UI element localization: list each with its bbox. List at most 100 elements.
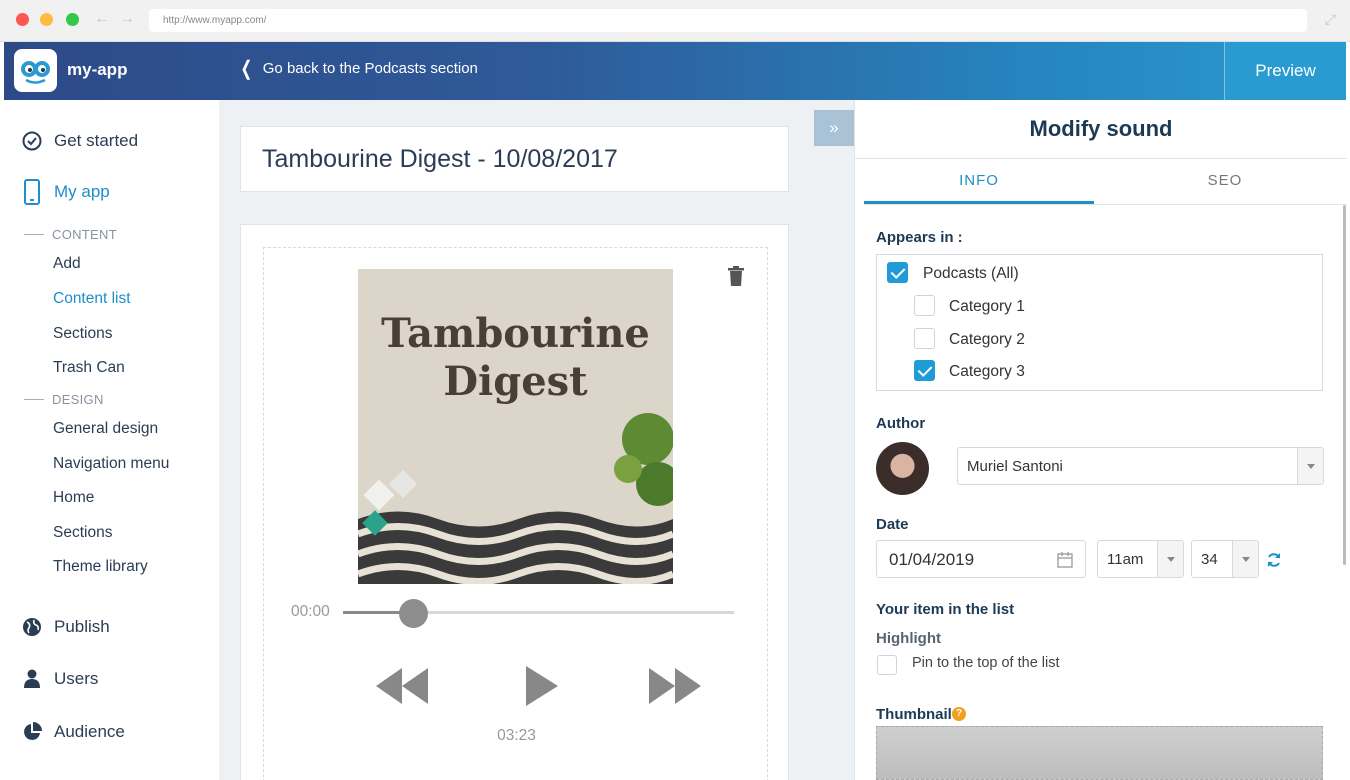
collapse-panel-button[interactable]: » — [814, 110, 854, 146]
minute-value: 34 — [1201, 551, 1218, 568]
url-bar[interactable]: http://www.myapp.com/ — [149, 9, 1307, 32]
progress-knob[interactable] — [398, 599, 428, 628]
sidebar-item-theme-library[interactable]: Theme library — [53, 558, 148, 576]
current-time: 00:00 — [291, 603, 330, 620]
chevron-down-icon — [1297, 448, 1323, 484]
checkbox-category-2[interactable] — [914, 328, 935, 349]
sidebar-item-users[interactable]: Users — [22, 669, 98, 689]
sidebar-item-navigation-menu[interactable]: Navigation menu — [53, 455, 169, 473]
pin-to-top-checkbox[interactable] — [877, 655, 897, 675]
calendar-icon[interactable] — [1057, 552, 1073, 573]
sidebar-item-home[interactable]: Home — [53, 489, 94, 507]
title-card[interactable]: Tambourine Digest - 10/08/2017 — [240, 126, 789, 192]
date-label: Date — [876, 516, 909, 533]
preview-button[interactable]: Preview — [1224, 42, 1346, 100]
author-value: Muriel Santoni — [967, 458, 1063, 475]
fast-forward-icon — [649, 668, 701, 704]
sidebar: Get started My app CONTENT Add Content l… — [4, 100, 219, 780]
category-label: Podcasts (All) — [923, 265, 1019, 282]
design-section-header: DESIGN — [24, 392, 104, 407]
content-section-header: CONTENT — [24, 227, 117, 242]
panel-scrollbar[interactable] — [1343, 205, 1346, 565]
app-name: my-app — [67, 60, 128, 79]
sidebar-item-design-sections[interactable]: Sections — [53, 524, 112, 542]
browser-chrome: ← → http://www.myapp.com/ ⤢ — [0, 0, 1350, 42]
pie-chart-icon — [22, 722, 42, 742]
highlight-label: Highlight — [876, 630, 941, 647]
minute-select[interactable]: 34 — [1191, 540, 1259, 578]
date-value: 01/04/2019 — [889, 550, 975, 569]
date-input[interactable]: 01/04/2019 — [876, 540, 1086, 578]
appears-in-label: Appears in : — [876, 229, 963, 246]
category-label: Category 2 — [949, 331, 1025, 348]
rewind-button[interactable] — [376, 668, 428, 709]
main-content: Tambourine Digest - 10/08/2017 Tambourin… — [219, 100, 854, 780]
tab-seo[interactable]: SEO — [1110, 172, 1340, 189]
checkbox-category-3[interactable] — [914, 360, 935, 381]
tab-info[interactable]: INFO — [864, 172, 1094, 189]
play-button[interactable] — [526, 666, 558, 711]
browser-back-icon[interactable]: ← — [94, 10, 110, 28]
refresh-icon[interactable] — [1266, 552, 1282, 573]
sidebar-item-label: Users — [54, 669, 99, 688]
category-label: Category 1 — [949, 298, 1025, 315]
sidebar-item-label: Audience — [54, 722, 125, 741]
list-item-label: Your item in the list — [876, 601, 1015, 618]
thumbnail-dropzone[interactable] — [876, 726, 1323, 780]
play-icon — [526, 666, 558, 706]
sidebar-item-label: Publish — [54, 617, 110, 636]
chevron-left-icon: ❮ — [240, 57, 253, 80]
category-label: Category 3 — [949, 363, 1025, 380]
fast-forward-button[interactable] — [649, 668, 701, 709]
app-header: my-app ❮ Go back to the Podcasts section… — [4, 42, 1346, 100]
user-icon — [22, 669, 42, 689]
maximize-window-button[interactable] — [66, 13, 79, 26]
checkbox-podcasts-all[interactable] — [887, 262, 908, 283]
sidebar-item-get-started[interactable]: Get started — [22, 131, 138, 151]
trash-icon[interactable] — [728, 266, 744, 291]
hour-select[interactable]: 11am — [1097, 540, 1184, 578]
back-link-label: Go back to the Podcasts section — [262, 60, 478, 77]
chevron-down-icon — [1157, 541, 1183, 577]
audio-player-card: Tambourine Digest 00:00 03:23 — [240, 224, 789, 780]
divider — [864, 204, 1347, 205]
podcast-title[interactable]: Tambourine Digest - 10/08/2017 — [262, 145, 618, 174]
category-list: Podcasts (All) Category 1 Category 2 Cat… — [876, 254, 1323, 391]
sidebar-item-label: My app — [54, 182, 110, 201]
sidebar-item-general-design[interactable]: General design — [53, 420, 158, 438]
author-select[interactable]: Muriel Santoni — [957, 447, 1324, 485]
back-to-podcasts-link[interactable]: ❮ Go back to the Podcasts section — [238, 57, 478, 80]
total-time: 03:23 — [497, 727, 536, 744]
audio-player: Tambourine Digest 00:00 03:23 — [263, 247, 768, 780]
sidebar-item-content-list[interactable]: Content list — [53, 290, 131, 308]
globe-icon — [22, 617, 42, 637]
checkbox-category-1[interactable] — [914, 295, 935, 316]
double-chevron-right-icon: » — [829, 118, 839, 137]
close-window-button[interactable] — [16, 13, 29, 26]
phone-icon — [22, 179, 42, 205]
app-logo[interactable] — [14, 49, 57, 92]
panel-title: Modify sound — [1029, 116, 1173, 141]
sidebar-item-audience[interactable]: Audience — [22, 722, 125, 742]
author-label: Author — [876, 415, 926, 432]
fullscreen-icon[interactable]: ⤢ — [1325, 11, 1336, 28]
check-circle-icon — [22, 131, 42, 151]
author-avatar — [876, 442, 929, 495]
thumbnail-label: Thumbnail — [876, 706, 952, 723]
help-icon[interactable]: ? — [952, 707, 966, 721]
sidebar-item-publish[interactable]: Publish — [22, 617, 110, 637]
minimize-window-button[interactable] — [40, 13, 53, 26]
sidebar-item-my-app[interactable]: My app — [22, 179, 110, 205]
pin-to-top-label: Pin to the top of the list — [912, 655, 1060, 671]
sidebar-item-add[interactable]: Add — [53, 255, 81, 273]
modify-sound-panel: Modify sound INFO SEO Appears in : Podca… — [854, 100, 1347, 780]
sidebar-item-label: Get started — [54, 131, 139, 150]
rewind-icon — [376, 668, 428, 704]
browser-forward-icon[interactable]: → — [119, 10, 135, 28]
cover-title: Tambourine Digest — [381, 310, 650, 405]
hour-value: 11am — [1107, 551, 1144, 568]
chevron-down-icon — [1232, 541, 1258, 577]
divider — [855, 158, 1347, 159]
sidebar-item-trash-can[interactable]: Trash Can — [53, 359, 125, 377]
sidebar-item-sections[interactable]: Sections — [53, 325, 112, 343]
